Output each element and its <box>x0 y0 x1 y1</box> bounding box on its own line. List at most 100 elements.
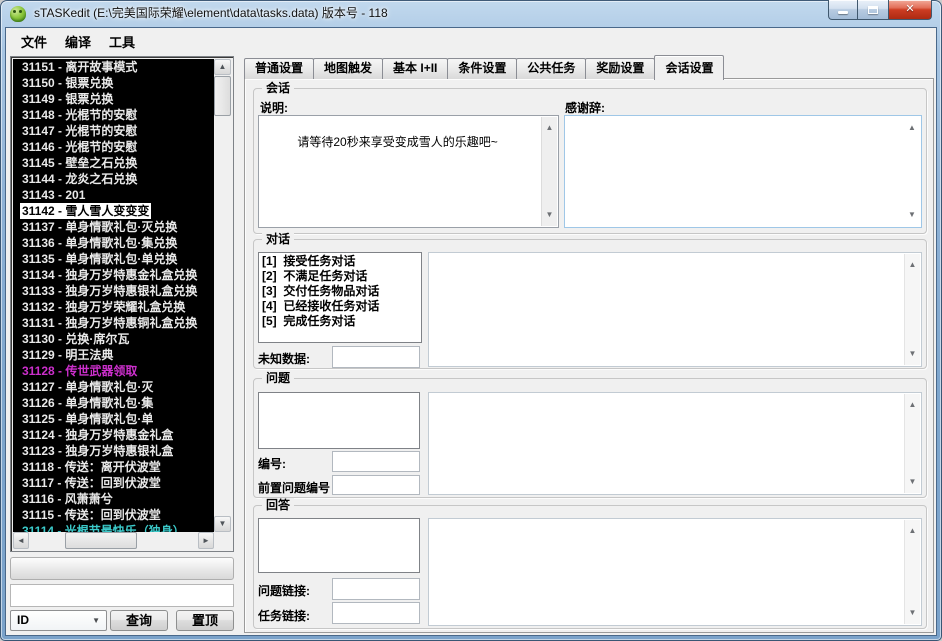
menu-bar: 文件编译工具 <box>6 28 936 54</box>
task-link-input[interactable] <box>332 602 420 624</box>
task-list-item[interactable]: 31116 - 风萧萧兮 <box>13 491 214 507</box>
tab[interactable]: 普通设置 <box>244 58 314 79</box>
task-list-item[interactable]: 31114 - 光棍节最快乐（独身） <box>13 523 214 532</box>
desc-scrollbar[interactable]: ▲ ▼ <box>541 117 557 226</box>
answer-scrollbar[interactable]: ▲ ▼ <box>904 520 920 624</box>
task-list-item[interactable]: 31149 - 银票兑换 <box>13 91 214 107</box>
search-input[interactable] <box>10 584 234 607</box>
scrollbar-corner <box>214 532 231 549</box>
horizontal-scroll-thumb[interactable] <box>65 532 137 549</box>
task-list-item[interactable]: 31137 - 单身情歌礼包·灭兑换 <box>13 219 214 235</box>
task-list-item[interactable]: 31135 - 单身情歌礼包·单兑换 <box>13 251 214 267</box>
scroll-down-icon[interactable]: ▼ <box>909 605 917 621</box>
task-list-item[interactable]: 31126 - 单身情歌礼包·集 <box>13 395 214 411</box>
tab[interactable]: 奖励设置 <box>585 58 655 79</box>
task-list-item[interactable]: 31148 - 光棍节的安慰 <box>13 107 214 123</box>
scroll-right-icon[interactable]: ► <box>198 532 214 549</box>
task-list-item[interactable]: 31150 - 银票兑换 <box>13 75 214 91</box>
title-bar[interactable]: sTASKedit (E:\完美国际荣耀\element\data\tasks.… <box>0 0 942 28</box>
dialog-type-option[interactable]: [3] 交付任务物品对话 <box>259 284 421 299</box>
unknown-data-label: 未知数据: <box>258 350 310 367</box>
menu-item[interactable]: 文件 <box>12 30 56 53</box>
scroll-down-icon[interactable]: ▼ <box>214 516 231 532</box>
unknown-data-input[interactable] <box>332 346 420 368</box>
task-list-vertical-scrollbar[interactable]: ▲ ▼ <box>214 59 231 532</box>
task-list-item[interactable]: 31131 - 独身万岁特惠铜礼盒兑换 <box>13 315 214 331</box>
task-list-horizontal-scrollbar[interactable]: ◄ ► <box>13 532 214 549</box>
task-list-item[interactable]: 31151 - 离开故事模式 <box>13 59 214 75</box>
task-list-item[interactable]: 31143 - 201 <box>13 187 214 203</box>
tab[interactable]: 会话设置 <box>654 55 724 80</box>
task-list-item[interactable]: 31115 - 传送：回到伏波堂 <box>13 507 214 523</box>
tab[interactable]: 地图触发 <box>313 58 383 79</box>
task-list-item[interactable]: 31146 - 光棍节的安慰 <box>13 139 214 155</box>
scroll-down-icon[interactable]: ▼ <box>546 207 554 223</box>
scroll-down-icon[interactable]: ▼ <box>909 346 917 362</box>
question-listbox[interactable] <box>258 392 420 449</box>
dialog-scrollbar[interactable]: ▲ ▼ <box>904 254 920 365</box>
dialog-type-option[interactable]: [4] 已经接收任务对话 <box>259 299 421 314</box>
question-scrollbar[interactable]: ▲ ▼ <box>904 394 920 493</box>
task-link-label: 任务链接: <box>258 607 310 624</box>
thanks-scrollbar[interactable]: ▲ ▼ <box>904 117 920 226</box>
question-link-input[interactable] <box>332 578 420 600</box>
tab[interactable]: 条件设置 <box>447 58 517 79</box>
scroll-up-icon[interactable]: ▲ <box>908 120 916 136</box>
question-textarea[interactable]: ▲ ▼ <box>428 392 922 495</box>
close-button[interactable]: ✕ <box>888 0 932 20</box>
query-button[interactable]: 查询 <box>110 610 168 631</box>
tab[interactable]: 基本 I+II <box>382 58 448 79</box>
window-title: sTASKedit (E:\完美国际荣耀\element\data\tasks.… <box>34 0 388 28</box>
dialog-type-option[interactable]: [5] 完成任务对话 <box>259 314 421 329</box>
vertical-scroll-thumb[interactable] <box>214 76 231 116</box>
task-list-item[interactable]: 31142 - 雪人雪人变变变 <box>13 203 214 219</box>
task-list-item[interactable]: 31124 - 独身万岁特惠金礼盒 <box>13 427 214 443</box>
task-list-item[interactable]: 31128 - 传世武器领取 <box>13 363 214 379</box>
dropdown-arrow-icon: ▼ <box>92 611 100 630</box>
minimize-button[interactable] <box>828 0 858 20</box>
task-list-item[interactable]: 31147 - 光棍节的安慰 <box>13 123 214 139</box>
scroll-up-icon[interactable]: ▲ <box>909 397 917 413</box>
number-input[interactable] <box>332 451 420 472</box>
task-list-item[interactable]: 31117 - 传送：回到伏波堂 <box>13 475 214 491</box>
pin-button[interactable]: 置顶 <box>176 610 234 631</box>
tab[interactable]: 公共任务 <box>516 58 586 79</box>
task-list-item[interactable]: 31144 - 龙炎之石兑换 <box>13 171 214 187</box>
dialog-group-title: 对话 <box>262 232 294 246</box>
task-list-item[interactable]: 31127 - 单身情歌礼包·灭 <box>13 379 214 395</box>
task-list-item[interactable]: 31134 - 独身万岁特惠金礼盒兑换 <box>13 267 214 283</box>
menu-item[interactable]: 工具 <box>100 30 144 53</box>
answer-listbox[interactable] <box>258 518 420 573</box>
dialog-group: 对话 [1] 接受任务对话[2] 不满足任务对话[3] 交付任务物品对话[4] … <box>253 239 927 369</box>
window-controls: ✕ <box>828 0 932 20</box>
task-list-item[interactable]: 31118 - 传送：离开伏波堂 <box>13 459 214 475</box>
dialog-type-option[interactable]: [2] 不满足任务对话 <box>259 269 421 284</box>
question-link-label: 问题链接: <box>258 582 310 599</box>
task-list-item[interactable]: 31130 - 兑换·席尔瓦 <box>13 331 214 347</box>
task-list-item[interactable]: 31132 - 独身万岁荣耀礼盒兑换 <box>13 299 214 315</box>
task-list-item[interactable]: 31123 - 独身万岁特惠银礼盒 <box>13 443 214 459</box>
scroll-up-icon[interactable]: ▲ <box>546 120 554 136</box>
answer-group-title: 回答 <box>262 498 294 512</box>
task-list-item[interactable]: 31136 - 单身情歌礼包·集兑换 <box>13 235 214 251</box>
scroll-up-icon[interactable]: ▲ <box>909 523 917 539</box>
dialog-textarea[interactable]: ▲ ▼ <box>428 252 922 367</box>
menu-item[interactable]: 编译 <box>56 30 100 53</box>
scroll-down-icon[interactable]: ▼ <box>909 474 917 490</box>
task-list-item[interactable]: 31125 - 单身情歌礼包·单 <box>13 411 214 427</box>
number-label: 编号: <box>258 455 286 472</box>
desc-textarea[interactable]: 请等待20秒来享受变成雪人的乐趣吧~ ▲ ▼ <box>258 115 559 228</box>
task-list-item[interactable]: 31129 - 明王法典 <box>13 347 214 363</box>
scroll-up-icon[interactable]: ▲ <box>214 59 231 75</box>
task-list-item[interactable]: 31133 - 独身万岁特惠银礼盒兑换 <box>13 283 214 299</box>
thanks-textarea[interactable]: ▲ ▼ <box>564 115 922 228</box>
maximize-button[interactable] <box>858 0 888 20</box>
scroll-down-icon[interactable]: ▼ <box>908 207 916 223</box>
scroll-up-icon[interactable]: ▲ <box>909 257 917 273</box>
search-mode-combo[interactable]: ID ▼ <box>10 610 107 631</box>
task-list-item[interactable]: 31145 - 壁垒之石兑换 <box>13 155 214 171</box>
scroll-left-icon[interactable]: ◄ <box>13 532 29 549</box>
pre-number-input[interactable] <box>332 475 420 495</box>
answer-textarea[interactable]: ▲ ▼ <box>428 518 922 626</box>
dialog-type-option[interactable]: [1] 接受任务对话 <box>259 254 421 269</box>
